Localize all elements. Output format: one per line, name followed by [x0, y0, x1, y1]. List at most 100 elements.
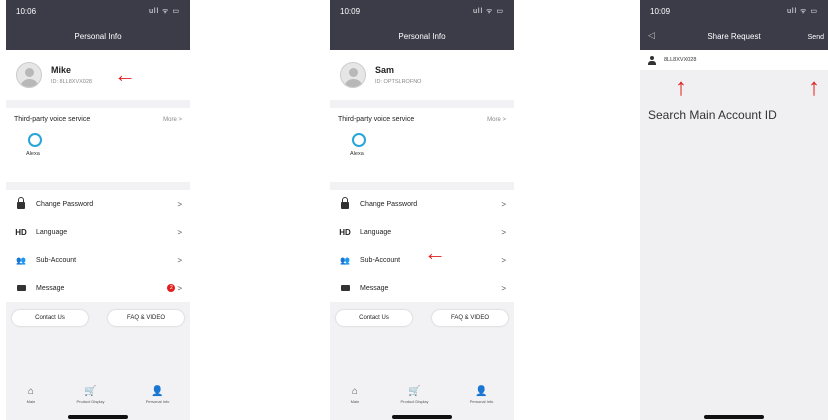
cart-icon: 🛒 — [84, 386, 97, 397]
tab-label: Product Display — [400, 399, 429, 404]
hd-icon: HD — [15, 227, 27, 237]
status-bar: 10:06 ull ᯤ ▭ — [6, 0, 190, 22]
avatar[interactable] — [340, 62, 366, 88]
sub-account-icon: 👥 — [16, 255, 26, 265]
person-icon — [648, 55, 656, 65]
search-input-value[interactable]: 8LL8XVX028 — [664, 57, 696, 63]
annotation-arrow-left: ← — [114, 62, 136, 87]
menu-label: Change Password — [360, 200, 418, 208]
home-indicator — [392, 415, 452, 419]
tab-product-display[interactable]: 🛒 Product Display — [77, 386, 105, 404]
menu-label: Language — [36, 228, 68, 236]
more-link[interactable]: More > — [487, 117, 506, 123]
faq-video-button[interactable]: FAQ & VIDEO — [432, 310, 508, 326]
phone-screen-share-request: 10:09 ull ᯤ ▭ Share Request ◁ Send 8LL8X… — [640, 0, 828, 420]
profile-name: Sam — [375, 65, 395, 75]
profile-card[interactable]: Mike ID: 8LL8XVX028 — [6, 50, 190, 100]
chevron-right-icon: > — [177, 199, 182, 209]
tab-personal-info[interactable]: 👤 Personal Info — [146, 386, 170, 404]
menu-label: Message — [360, 284, 389, 292]
status-icons: ull ᯤ ▭ — [787, 7, 818, 15]
cart-icon: 🛒 — [408, 386, 421, 397]
tab-label: Personal Info — [145, 399, 170, 404]
status-time: 10:09 — [650, 6, 671, 16]
alexa-label: Alexa — [350, 151, 364, 157]
tab-label: Personal Info — [469, 399, 494, 404]
home-indicator — [68, 415, 128, 419]
tab-main[interactable]: ⌂ Main — [27, 386, 36, 404]
menu-item-sub-account[interactable]: 👥 Sub-Account > — [330, 246, 514, 274]
hd-icon: HD — [339, 227, 351, 237]
chevron-right-icon: > — [501, 255, 506, 265]
lock-icon — [338, 196, 352, 209]
page-title: Personal Info — [398, 31, 446, 41]
menu-item-language[interactable]: HD Language > — [6, 218, 190, 246]
profile-id: ID: 8LL8XVX028 — [51, 79, 92, 85]
menu-label: Change Password — [36, 200, 94, 208]
voice-service-section: Third-party voice service More > Alexa — [6, 108, 190, 182]
page-title: Share Request — [707, 31, 761, 41]
tab-bar: ⌂ Main 🛒 Product Display 👤 Personal Info — [6, 380, 190, 410]
account-search-field[interactable]: 8LL8XVX028 — [640, 50, 828, 70]
tab-main[interactable]: ⌂ Main — [351, 386, 360, 404]
header-bar: 10:09 ull ᯤ ▭ Personal Info — [330, 0, 514, 50]
settings-menu: Change Password > HD Language > 👥 Sub-Ac… — [330, 190, 514, 302]
menu-item-change-password[interactable]: Change Password > — [330, 190, 514, 218]
home-icon: ⌂ — [27, 386, 34, 397]
annotation-arrow-left: ← — [424, 240, 446, 265]
status-time: 10:09 — [340, 6, 361, 16]
search-caption: Search Main Account ID — [648, 108, 777, 122]
profile-card[interactable]: Sam ID: OPTSLROFNO — [330, 50, 514, 100]
menu-item-change-password[interactable]: Change Password > — [6, 190, 190, 218]
menu-item-message[interactable]: Message 2 > — [6, 274, 190, 302]
tab-label: Main — [26, 399, 36, 404]
chevron-right-icon: > — [501, 227, 506, 237]
home-indicator — [704, 415, 764, 419]
status-bar: 10:09 ull ᯤ ▭ — [330, 0, 514, 22]
alexa-icon[interactable] — [28, 133, 42, 147]
avatar[interactable] — [16, 62, 42, 88]
person-icon: 👤 — [475, 386, 488, 397]
tab-product-display[interactable]: 🛒 Product Display — [401, 386, 429, 404]
profile-id: ID: OPTSLROFNO — [375, 79, 422, 85]
faq-video-button[interactable]: FAQ & VIDEO — [108, 310, 184, 326]
settings-menu: Change Password > HD Language > 👥 Sub-Ac… — [6, 190, 190, 302]
alexa-label: Alexa — [26, 151, 40, 157]
menu-label: Language — [360, 228, 392, 236]
tab-label: Main — [350, 399, 360, 404]
status-bar: 10:09 ull ᯤ ▭ — [640, 0, 828, 22]
annotation-arrow-up: ↑ — [675, 74, 687, 101]
chevron-right-icon: > — [177, 255, 182, 265]
voice-service-section: Third-party voice service More > Alexa — [330, 108, 514, 182]
annotation-arrow-up: ↑ — [808, 74, 820, 101]
phone-screen-mike: 10:06 ull ᯤ ▭ Personal Info Mike ID: 8LL… — [6, 0, 190, 420]
home-icon: ⌂ — [351, 386, 358, 397]
page-title: Personal Info — [74, 31, 122, 41]
status-icons: ull ᯤ ▭ — [473, 7, 504, 15]
lock-icon — [14, 196, 28, 209]
unread-badge: 2 — [167, 284, 176, 292]
send-button[interactable]: Send — [808, 34, 824, 41]
back-icon[interactable]: ◁ — [648, 30, 655, 41]
contact-us-button[interactable]: Contact Us — [12, 310, 88, 326]
status-icons: ull ᯤ ▭ — [149, 7, 180, 15]
menu-item-message[interactable]: Message > — [330, 274, 514, 302]
chevron-right-icon: > — [501, 199, 506, 209]
menu-item-language[interactable]: HD Language > — [330, 218, 514, 246]
menu-label: Sub-Account — [36, 256, 77, 264]
menu-item-sub-account[interactable]: 👥 Sub-Account > — [6, 246, 190, 274]
chevron-right-icon: > — [177, 227, 182, 237]
mail-icon — [14, 284, 28, 293]
status-time: 10:06 — [16, 6, 37, 16]
alexa-icon[interactable] — [352, 133, 366, 147]
tab-personal-info[interactable]: 👤 Personal Info — [470, 386, 494, 404]
menu-label: Message — [36, 284, 65, 292]
chevron-right-icon: > — [501, 283, 506, 293]
tab-bar: ⌂ Main 🛒 Product Display 👤 Personal Info — [330, 380, 514, 410]
chevron-right-icon: > — [177, 283, 182, 293]
more-link[interactable]: More > — [163, 117, 182, 123]
contact-us-button[interactable]: Contact Us — [336, 310, 412, 326]
mail-icon — [338, 284, 352, 293]
tab-label: Product Display — [76, 399, 105, 404]
phone-screen-sam: 10:09 ull ᯤ ▭ Personal Info Sam ID: OPTS… — [330, 0, 514, 420]
